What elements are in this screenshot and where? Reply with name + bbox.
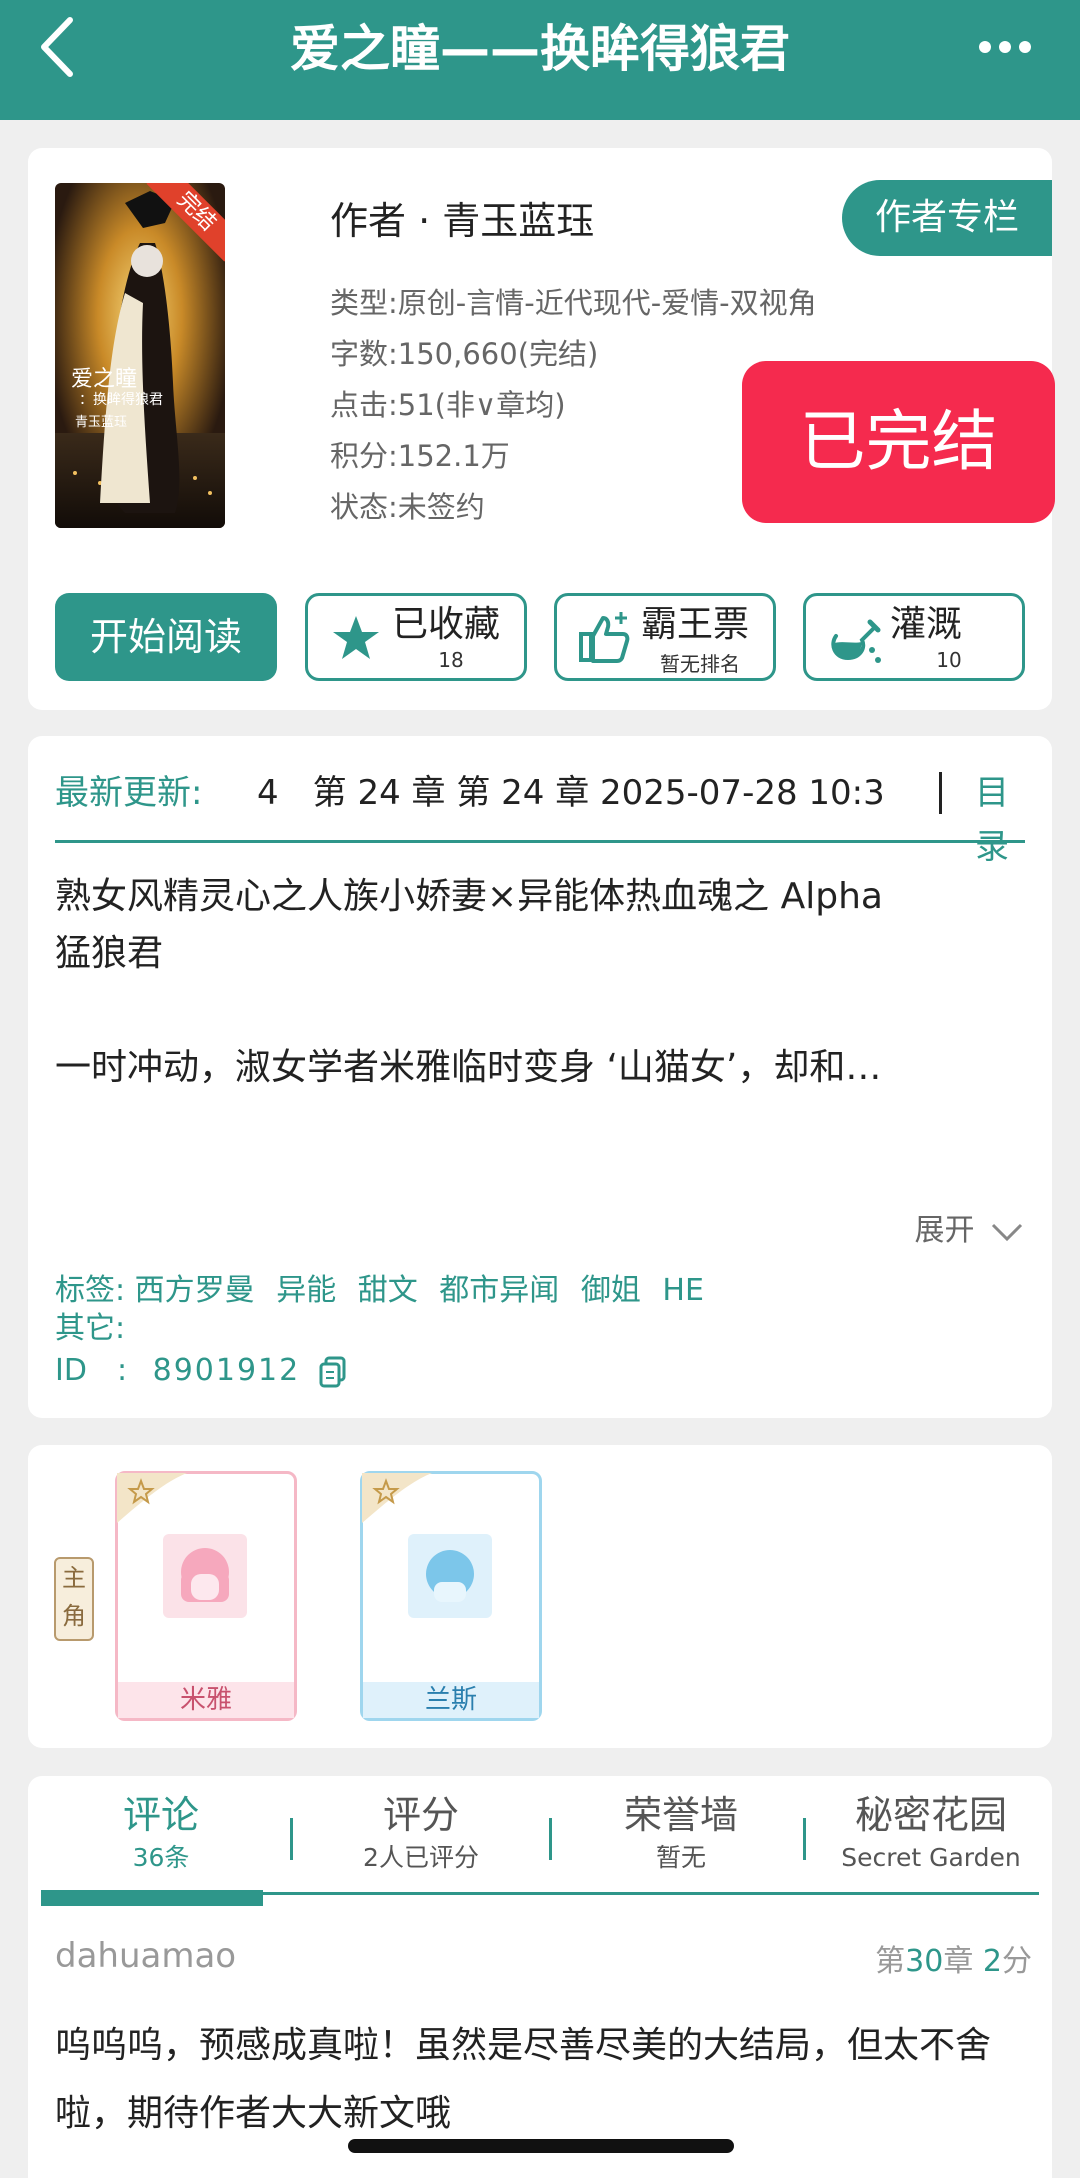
tag-item[interactable]: 御姐 [581, 1273, 641, 1308]
book-cover[interactable]: 完结 爱之瞳 ：换眸得狼君 青玉蓝珏 [55, 183, 225, 528]
ticket-button[interactable]: 霸王票 暂无排名 [554, 593, 776, 681]
water-count: 10 [936, 648, 962, 672]
comment-chapter: 30 [905, 1944, 944, 1979]
character-card-mia[interactable]: 米雅 [115, 1471, 297, 1721]
comments-card: 评论 36条 评分 2人已评分 荣誉墙 暂无 秘密花园 Secret Garde… [28, 1776, 1052, 2178]
star-badge-icon [362, 1473, 432, 1523]
more-icon[interactable] [970, 22, 1040, 72]
role-badge-char: 主 [62, 1564, 86, 1592]
home-indicator[interactable] [348, 2139, 734, 2153]
cover-subtitle: ：换眸得狼君 [79, 392, 163, 408]
comment-chapter-suffix: 章 [943, 1944, 974, 1979]
comment-username[interactable]: dahuamao [55, 1936, 236, 1976]
latest-update-row[interactable]: 最新更新: 4 第 24 章 第 24 章 2025-07-28 10:3 目录 [55, 766, 1025, 867]
tag-item[interactable]: HE [662, 1273, 704, 1308]
comment-chapter-prefix: 第 [875, 1944, 906, 1979]
nav-bar: 爱之瞳——换眸得狼君 [0, 0, 1080, 120]
collect-button[interactable]: 已收藏 18 [305, 593, 527, 681]
tab-separator [290, 1818, 293, 1860]
tab-title: 评分 [382, 1793, 459, 1837]
comment-text[interactable]: 呜呜呜，预感成真啦！虽然是尽善尽美的大结局，但太不舍啦，期待作者大大新文哦 [55, 2012, 1025, 2148]
tag-item[interactable]: 都市异闻 [439, 1273, 559, 1308]
tab-sub: 暂无 [655, 1843, 706, 1872]
role-badge-char: 角 [62, 1602, 86, 1630]
page-title: 爱之瞳——换眸得狼君 [290, 20, 790, 78]
tab-sub: Secret Garden [841, 1843, 1021, 1872]
role-badge: 主 角 [54, 1557, 94, 1641]
intro-line: 熟女风精灵心之人族小娇妻×异能体热血魂之 Alpha [55, 876, 883, 917]
comment-score-suffix: 分 [1002, 1944, 1032, 1979]
tab-sub: 36条 [132, 1843, 190, 1872]
characters-card: 主 角 米雅 兰斯 [28, 1445, 1052, 1748]
meta-word-count: 字数:150,660(完结) [330, 337, 599, 371]
ticket-sub: 暂无排名 [660, 652, 740, 676]
water-button[interactable]: 灌溉 10 [803, 593, 1025, 681]
tags-block: 标签: 西方罗曼 异能 甜文 都市异闻 御姐 HE 其它: ID : 89019… [55, 1272, 716, 1390]
tag-item[interactable]: 异能 [276, 1273, 336, 1308]
book-info-card: 完结 爱之瞳 ：换眸得狼君 青玉蓝珏 作者 · 青玉蓝珏 作者专栏 类型:原创-… [28, 148, 1055, 710]
character-card-lance[interactable]: 兰斯 [360, 1471, 542, 1721]
character-name: 米雅 [118, 1682, 294, 1718]
active-tab-indicator [41, 1890, 263, 1906]
author-line[interactable]: 作者 · 青玉蓝珏 [330, 196, 594, 246]
intro-line: 猛狼君 [55, 933, 164, 974]
toc-link[interactable]: 目录 [975, 766, 1025, 874]
intro-line: 一时冲动，淑女学者米雅临时变身 ‘山猫女’，却和… [55, 1047, 882, 1088]
tab-title: 荣誉墙 [623, 1793, 738, 1837]
latest-update-text[interactable]: 4 第 24 章 第 24 章 2025-07-28 10:3 [257, 766, 919, 820]
tag-item[interactable]: 西方罗曼 [135, 1273, 255, 1308]
cover-author: 青玉蓝珏 [75, 415, 128, 430]
tag-item[interactable]: 甜文 [358, 1273, 418, 1308]
water-label: 灌溉 [890, 604, 963, 645]
id-label: ID : [55, 1353, 128, 1388]
meta-genre: 类型:原创-言情-近代现代-爱情-双视角 [330, 286, 817, 320]
finished-stamp: 已完结 [742, 361, 1055, 523]
copy-icon[interactable] [318, 1356, 348, 1388]
divider [55, 840, 1025, 843]
author-column-button[interactable]: 作者专栏 [842, 180, 1052, 256]
other-label: 其它: [55, 1311, 126, 1346]
tab-title: 秘密花园 [854, 1793, 1007, 1837]
book-actions: 开始阅读 已收藏 18 霸王票 暂无排名 灌溉 10 [55, 593, 1025, 681]
book-detail-card: 最新更新: 4 第 24 章 第 24 章 2025-07-28 10:3 目录… [28, 736, 1052, 1418]
avatar [408, 1534, 492, 1618]
comment-tabs: 评论 36条 评分 2人已评分 荣誉墙 暂无 秘密花园 Secret Garde… [41, 1790, 1039, 1890]
start-reading-button[interactable]: 开始阅读 [55, 593, 277, 681]
thumbs-up-icon [579, 612, 630, 663]
expand-label: 展开 [914, 1213, 975, 1248]
character-name: 兰斯 [363, 1682, 539, 1718]
tab-ratings[interactable]: 评分 2人已评分 [301, 1790, 541, 1876]
ticket-label: 霸王票 [641, 604, 750, 645]
tab-comments[interactable]: 评论 36条 [41, 1790, 281, 1876]
star-icon [333, 616, 379, 659]
avatar [163, 1534, 247, 1618]
tab-title: 评论 [122, 1793, 199, 1837]
latest-update-label: 最新更新: [55, 773, 203, 813]
comment-meta: 第30章 2分 [875, 1936, 1032, 1980]
collect-count: 18 [438, 648, 464, 672]
tags-label: 标签: [55, 1273, 126, 1308]
tab-separator [803, 1818, 806, 1860]
intro-text: 熟女风精灵心之人族小娇妻×异能体热血魂之 Alpha 猛狼君 一时冲动，淑女学者… [55, 868, 1025, 1096]
id-value: 8901912 [152, 1353, 301, 1388]
chevron-down-icon [991, 1223, 1023, 1241]
collect-label: 已收藏 [392, 604, 501, 645]
tab-separator [549, 1818, 552, 1860]
tab-secret-garden[interactable]: 秘密花园 Secret Garden [811, 1790, 1051, 1876]
comment-score: 2 [982, 1944, 1002, 1979]
expand-button[interactable]: 展开 [914, 1206, 1024, 1256]
star-badge-icon [117, 1473, 187, 1523]
tab-honor-wall[interactable]: 荣誉墙 暂无 [561, 1790, 801, 1876]
separator [939, 772, 942, 814]
flask-icon [831, 619, 881, 663]
tab-sub: 2人已评分 [363, 1843, 479, 1872]
